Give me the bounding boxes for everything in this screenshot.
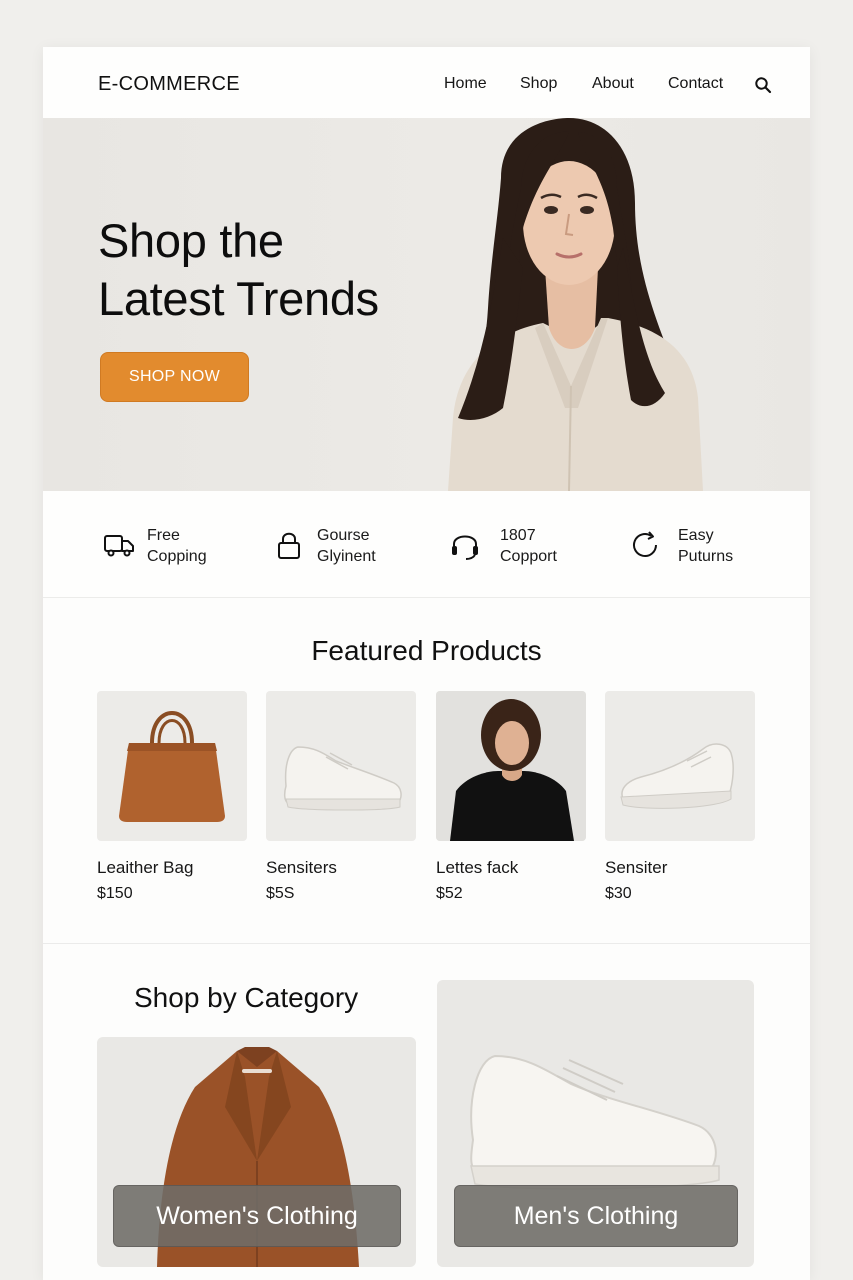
- tshirt-model-image: [436, 691, 586, 841]
- hero-model-image: [448, 118, 703, 491]
- category-label[interactable]: Men's Clothing: [454, 1185, 738, 1247]
- product-name: Sensiter: [605, 858, 668, 877]
- brand-logo[interactable]: E-COMMERCE: [98, 73, 240, 96]
- category-title: Shop by Category: [134, 982, 359, 1013]
- product-image[interactable]: [605, 691, 755, 841]
- headset-icon: [452, 535, 478, 560]
- sneaker-image: [283, 746, 402, 811]
- lock-icon: [278, 532, 300, 559]
- product-card[interactable]: Leaither Bag $150: [97, 691, 247, 903]
- hero-title: Shop the Latest Trends: [98, 214, 379, 325]
- product-card[interactable]: Sensiters $5S: [266, 691, 416, 903]
- refresh-icon: [633, 531, 657, 557]
- nav-about[interactable]: About: [592, 75, 634, 93]
- category-card-men[interactable]: Men's Clothing: [437, 980, 754, 1267]
- leather-bag-image: [119, 711, 225, 822]
- features-bar: Free Copping Gourse Glyinent 1807 Coppor…: [43, 491, 810, 598]
- product-card[interactable]: Sensiter $30: [605, 691, 755, 903]
- category-label[interactable]: Women's Clothing: [113, 1185, 401, 1247]
- sneaker-image: [620, 743, 734, 809]
- nav-contact[interactable]: Contact: [668, 75, 723, 93]
- search-icon[interactable]: [754, 76, 772, 94]
- nav-shop[interactable]: Shop: [520, 75, 557, 93]
- shop-now-button[interactable]: SHOP NOW: [100, 352, 249, 402]
- nav-home[interactable]: Home: [444, 75, 487, 93]
- page: E-COMMERCE Home Shop About Contact Shop …: [43, 47, 810, 1280]
- product-price: $30: [605, 885, 632, 902]
- feature-text: Free Copping: [147, 527, 207, 565]
- product-name: Leaither Bag: [97, 858, 194, 877]
- product-image[interactable]: [266, 691, 416, 841]
- product-image[interactable]: [436, 691, 586, 841]
- product-name: Sensiters: [266, 858, 337, 877]
- section-divider: [43, 943, 810, 944]
- product-card[interactable]: Lettes fack $52: [436, 691, 586, 903]
- featured-title: Featured Products: [311, 635, 542, 666]
- feature-text: Easy Puturns: [678, 527, 734, 565]
- product-price: $5S: [266, 885, 295, 902]
- product-price: $52: [436, 885, 463, 902]
- category-card-women[interactable]: Women's Clothing: [97, 1037, 416, 1267]
- feature-text: Gourse Glyinent: [317, 527, 376, 565]
- feature-text: 1807 Copport: [500, 527, 557, 565]
- product-image[interactable]: [97, 691, 247, 841]
- product-price: $150: [97, 885, 133, 902]
- hero-banner: Shop the Latest Trends SHOP NOW: [43, 118, 810, 491]
- truck-icon: [104, 535, 134, 557]
- top-nav: E-COMMERCE Home Shop About Contact: [43, 47, 810, 118]
- product-name: Lettes fack: [436, 858, 519, 877]
